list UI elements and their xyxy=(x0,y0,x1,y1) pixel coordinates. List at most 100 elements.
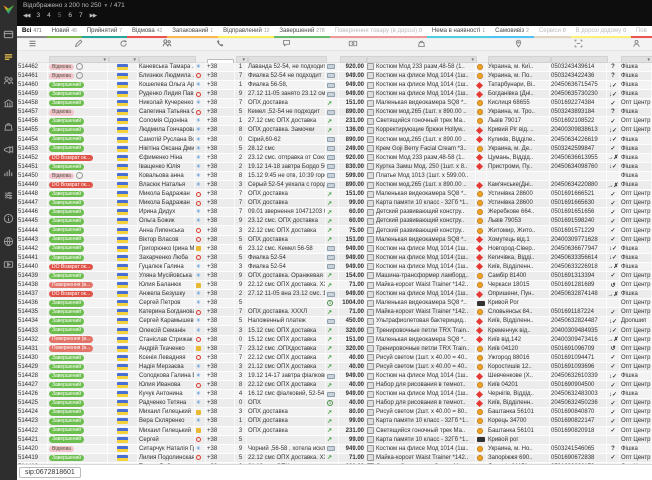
product-box-icon xyxy=(367,409,374,416)
order-total: 80.00 xyxy=(339,408,366,416)
topbar: Відображено з 200 по 250▼/ 471 ◀◀34567▶▶ xyxy=(17,0,652,26)
status-tab-9[interactable]: Самовивіз2 xyxy=(490,26,534,38)
clients-icon[interactable] xyxy=(3,74,15,86)
globe-icon[interactable] xyxy=(3,235,15,247)
tracking-number: 0503242599847 xyxy=(550,145,607,153)
page-3-button[interactable]: 3 xyxy=(36,12,40,19)
order-row[interactable]: 514457ВідмоваСапегина Татьяна С..+385Кем… xyxy=(17,108,652,117)
order-row[interactable]: 514438Повернення (в...Юлия Баланюк+38922… xyxy=(17,281,652,290)
order-row[interactable]: 514449DO Возврат ок...Власюк Наталья✳+38… xyxy=(17,181,652,190)
order-row[interactable]: 514421ЗавершенийСергей+385↗99.00Карта па… xyxy=(17,436,652,445)
payment-type: ↗ xyxy=(326,226,339,234)
order-row[interactable]: 514443ЗавершенийВіктор Власов+385ОПХ дос… xyxy=(17,236,652,245)
order-row[interactable]: 514436ЗавершенийСергей Петров✳+38511004.… xyxy=(17,299,652,308)
status-tab-10[interactable]: Сервіси0 xyxy=(534,26,571,38)
order-row[interactable]: 514460ЗавершенийКошелева Ольга Ар..✳+381… xyxy=(17,81,652,90)
product: Костюм Мод 233 разм,48-58 (1.. xyxy=(366,63,476,71)
order-row[interactable]: 514441ЗавершенийЗахарченко Люба+385Фиалк… xyxy=(17,254,652,263)
order-row[interactable]: 514428ЗавершенийСолодкова Галина В..✳+38… xyxy=(17,372,652,381)
product-box-icon xyxy=(367,363,374,370)
days-count: 5 xyxy=(235,236,247,244)
status-tab-8[interactable]: Нема в наявності1 xyxy=(427,26,490,38)
client-phone: +38 xyxy=(206,126,235,134)
page-5-button[interactable]: 5 xyxy=(58,12,62,19)
page-4-button[interactable]: 4 xyxy=(47,12,51,19)
orders-list-icon[interactable] xyxy=(3,51,15,63)
order-row[interactable]: 514432Повернення (в...Станіслав Стрижак+… xyxy=(17,336,652,345)
page-size-caret-icon[interactable]: ▼ xyxy=(103,3,108,9)
status-badge: Завершений xyxy=(49,400,84,407)
order-row[interactable]: 514430ЗавершенийКсенія Левадняя+38722.12… xyxy=(17,354,652,363)
settings-sliders-icon[interactable] xyxy=(3,189,15,201)
order-row[interactable]: 514450ВідмоваКовальова анна✳+38815.12 9:… xyxy=(17,172,652,181)
order-row[interactable]: 514447ЗавершенийМикола Бадражан+387ОПХ д… xyxy=(17,199,652,208)
client-name: Юлия Баланюк xyxy=(138,281,195,289)
page-7-button[interactable]: 7 xyxy=(79,12,83,19)
order-row[interactable]: 514422ЗавершенийМихаил Гилецький+383ОПХ … xyxy=(17,427,652,436)
product-box-icon xyxy=(367,72,374,79)
status-tab-5[interactable]: Відправлений12 xyxy=(218,26,274,38)
order-row[interactable]: 514437DO Возврат ок...Анжела Безушку✳+38… xyxy=(17,290,652,299)
order-row[interactable]: 514459ЗавершенийРуденко Лидия Пав..+3892… xyxy=(17,90,652,99)
source-icon: ✳ xyxy=(196,209,201,215)
order-row[interactable]: 514435ЗавершенийКатерина Богданова+387ОП… xyxy=(17,308,652,317)
order-row[interactable]: 514444ЗавершенийАнна Липенська+38322.12 … xyxy=(17,226,652,235)
order-row[interactable]: 514456ЗавершенийСоломія Сідоніна✳+38127.… xyxy=(17,117,652,126)
order-id: 514442 xyxy=(17,245,48,253)
status-badge: Завершений xyxy=(49,136,84,143)
tracking-status-icon: →✗ xyxy=(607,181,620,189)
order-row[interactable]: 514423ЗавершенийВера Скляренко✳+381ОПХ д… xyxy=(17,417,652,426)
order-row[interactable]: 514455ЗавершенийЛюдмила Гончарова✳+388ОП… xyxy=(17,126,652,135)
ukraine-flag-icon xyxy=(117,355,128,361)
order-row[interactable]: 514451ЗавершенийІващенко Юлія✳+38219.12 … xyxy=(17,163,652,172)
order-row[interactable]: 514458ЗавершенийНиколай Кучеренко✳+387ОП… xyxy=(17,99,652,108)
tab-count-badge: 0 xyxy=(419,28,422,34)
order-status: Завершений xyxy=(48,417,108,425)
tracking-number: 0501691651656 xyxy=(550,208,607,216)
product: Костюм на флисе Мод 1014 (1ш.. xyxy=(366,263,476,271)
stats-chart-icon[interactable] xyxy=(3,166,15,178)
order-country xyxy=(108,345,138,353)
order-row[interactable]: 514420ВідмоваСитарчук Наталія Гр..✳+389Ч… xyxy=(17,445,652,454)
order-row[interactable]: 514434ЗавершенийСергей Карамышев✳+385Нал… xyxy=(17,317,652,326)
order-row[interactable]: 514427ЗавершенийЮлия Иванова+38822.12 см… xyxy=(17,381,652,390)
info-icon[interactable] xyxy=(3,212,15,224)
products-bag-icon[interactable] xyxy=(3,120,15,132)
order-row[interactable]: 514448ЗавершенийМикола Бадражан+387ОПХ д… xyxy=(17,190,652,199)
order-row[interactable]: 514425ЗавершенийРадченко Тетяна✳+380ОПХ1… xyxy=(17,399,652,408)
status-tab-4[interactable]: Запакований1 xyxy=(167,26,218,38)
status-tab-7[interactable]: Повернення товару (в дорозі)0 xyxy=(330,26,427,38)
dashboard-icon[interactable] xyxy=(3,28,15,40)
order-row[interactable]: 514461ВідмоваБлизнюк Людмила ..+387Фиалк… xyxy=(17,72,652,81)
order-row[interactable]: 514419ЗавершенийЛилия Подолинская+38522.… xyxy=(17,454,652,463)
order-row[interactable]: 514439ЗавершенийУляна Мусійовська✳+389ОП… xyxy=(17,272,652,281)
order-row[interactable]: 514424ЗавершенийМихаил Гилецький+383ОПХ … xyxy=(17,408,652,417)
order-row[interactable]: 514429ЗавершенийНадія Мерзаєва✳+38321.12… xyxy=(17,363,652,372)
order-row[interactable]: 514440DO Возврат ок...Гуцалюк Галина✳+38… xyxy=(17,263,652,272)
bank-icon[interactable] xyxy=(3,97,15,109)
ukraine-flag-icon xyxy=(117,146,128,152)
marketing-megaphone-icon[interactable] xyxy=(3,143,15,155)
page-6-button[interactable]: 6 xyxy=(68,12,72,19)
video-icon[interactable] xyxy=(3,258,15,270)
order-row[interactable]: 514426ЗавершенийКучук Антонина✳+38416.12… xyxy=(17,390,652,399)
order-country xyxy=(108,308,138,316)
page-first-button[interactable]: ◀◀ xyxy=(23,13,29,19)
order-row[interactable]: 514454ЗавершенийСамотій Руслана Во..✳+38… xyxy=(17,136,652,145)
status-badge: Завершений xyxy=(49,455,84,462)
order-row[interactable]: 514453ЗавершенийНікітіна Оксана Дми..✳+3… xyxy=(17,145,652,154)
app-logo-icon[interactable] xyxy=(2,2,15,20)
order-row[interactable]: 514442ЗавершенийГригорюнко Ірина Ми..+38… xyxy=(17,245,652,254)
order-row[interactable]: 514446ЗавершенийИрина Дидух✳+38709.01 зв… xyxy=(17,208,652,217)
order-row[interactable]: 514452DO Возврат ок...Єфименко Ніна✳+382… xyxy=(17,154,652,163)
sip-phone-widget[interactable]: sip:0672818601 xyxy=(19,467,81,478)
order-row[interactable]: 514431Повернення (в...Андрій Ткаченко+38… xyxy=(17,345,652,354)
order-country xyxy=(108,236,138,244)
page-last-button[interactable]: ▶▶ xyxy=(90,13,96,19)
order-source xyxy=(195,72,206,80)
order-row[interactable]: 514433ЗавершенийОлексій Семанін✳+38315.1… xyxy=(17,326,652,335)
order-row[interactable]: 514445ЗавершенийОльга Божик✳+38923.12 см… xyxy=(17,217,652,226)
order-row[interactable]: 514462ВідмоваКаневська Тамара ..✳+381Лав… xyxy=(17,63,652,72)
order-total: 890.00 xyxy=(339,108,366,116)
product: Корректирующие брюки Hollyw.. xyxy=(366,126,476,134)
